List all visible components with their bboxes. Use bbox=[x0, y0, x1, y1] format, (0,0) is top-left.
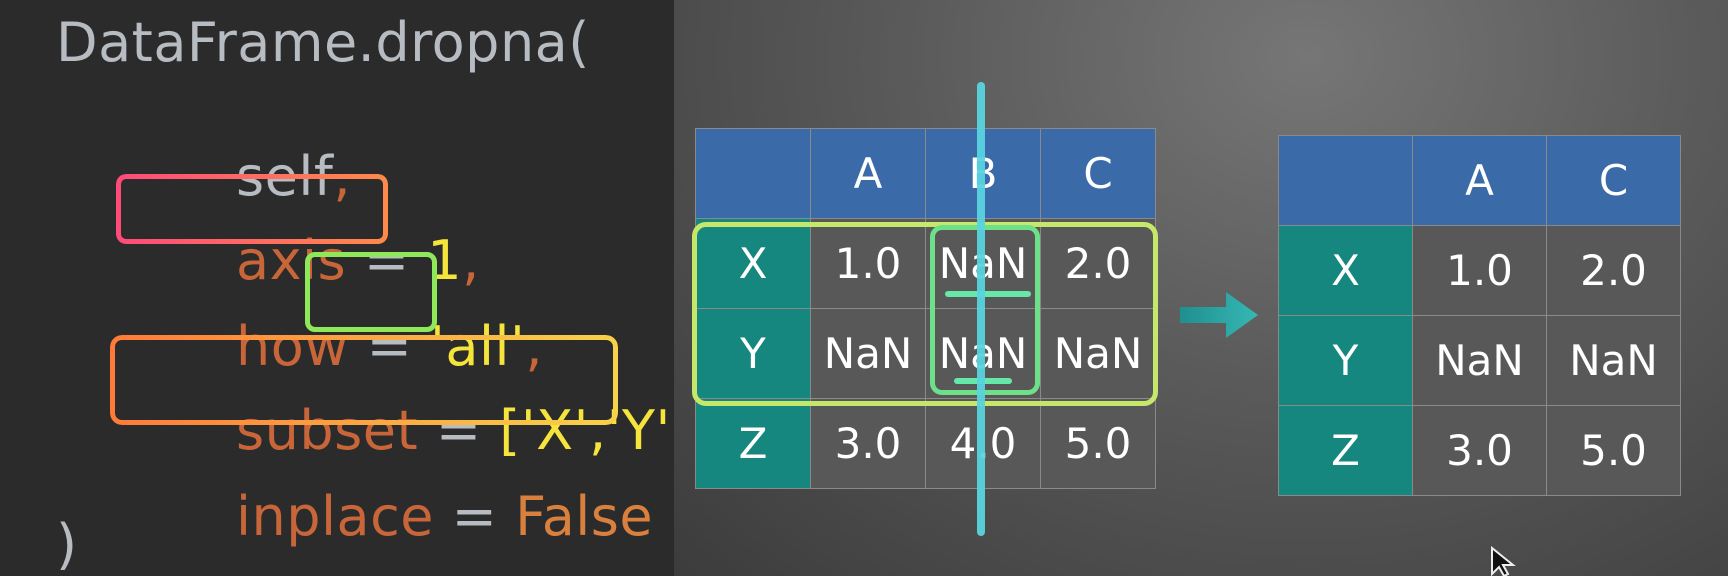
table-cell: 1.0 bbox=[1412, 225, 1547, 316]
table-row: X 1.0 2.0 bbox=[1278, 225, 1681, 316]
column-header bbox=[695, 128, 811, 219]
column-header: C bbox=[1040, 128, 1156, 219]
column-header: A bbox=[1412, 135, 1547, 226]
column-header bbox=[1278, 135, 1413, 226]
dropped-column-highlight bbox=[930, 225, 1040, 395]
table-row: Z 3.0 4.0 5.0 bbox=[695, 398, 1156, 489]
slide: DataFrame.dropna( self, axis = 1, how = … bbox=[0, 0, 1728, 576]
inplace-param: inplace bbox=[236, 485, 435, 548]
equals: = bbox=[434, 485, 516, 548]
nan-underline bbox=[945, 291, 1031, 297]
mouse-cursor-icon bbox=[1491, 546, 1516, 576]
subset-highlight-box bbox=[110, 335, 618, 425]
table-header-row: A C bbox=[1278, 135, 1681, 226]
right-arrow-icon bbox=[1180, 292, 1258, 338]
table-cell: 2.0 bbox=[1546, 225, 1681, 316]
table-row: Y NaN NaN bbox=[1278, 315, 1681, 406]
table-cell: 3.0 bbox=[1412, 405, 1547, 496]
row-index: X bbox=[1278, 225, 1413, 316]
axis-highlight-box bbox=[116, 174, 388, 244]
table-row: Z 3.0 5.0 bbox=[1278, 405, 1681, 496]
code-panel: DataFrame.dropna( self, axis = 1, how = … bbox=[0, 0, 710, 576]
drop-column-line bbox=[977, 82, 985, 536]
code-line-inplace: inplace = False bbox=[130, 436, 653, 576]
table-cell: 5.0 bbox=[1546, 405, 1681, 496]
code-line-close: ) bbox=[56, 513, 78, 576]
table-cell: NaN bbox=[1412, 315, 1547, 406]
dataframe-after: A C X 1.0 2.0 Y NaN NaN Z 3.0 5.0 bbox=[1278, 135, 1681, 496]
how-highlight-box bbox=[305, 252, 437, 332]
subset-rows-highlight bbox=[692, 222, 1158, 406]
column-header: C bbox=[1546, 135, 1681, 226]
table-cell: 3.0 bbox=[810, 398, 926, 489]
row-index: Y bbox=[1278, 315, 1413, 406]
table-header-row: A B C bbox=[695, 128, 1156, 219]
column-header: A bbox=[810, 128, 926, 219]
table-cell: NaN bbox=[1546, 315, 1681, 406]
inplace-value: False bbox=[515, 485, 654, 548]
row-index: Z bbox=[1278, 405, 1413, 496]
table-cell: 5.0 bbox=[1040, 398, 1156, 489]
code-line-signature: DataFrame.dropna( bbox=[56, 11, 590, 74]
row-index: Z bbox=[695, 398, 811, 489]
